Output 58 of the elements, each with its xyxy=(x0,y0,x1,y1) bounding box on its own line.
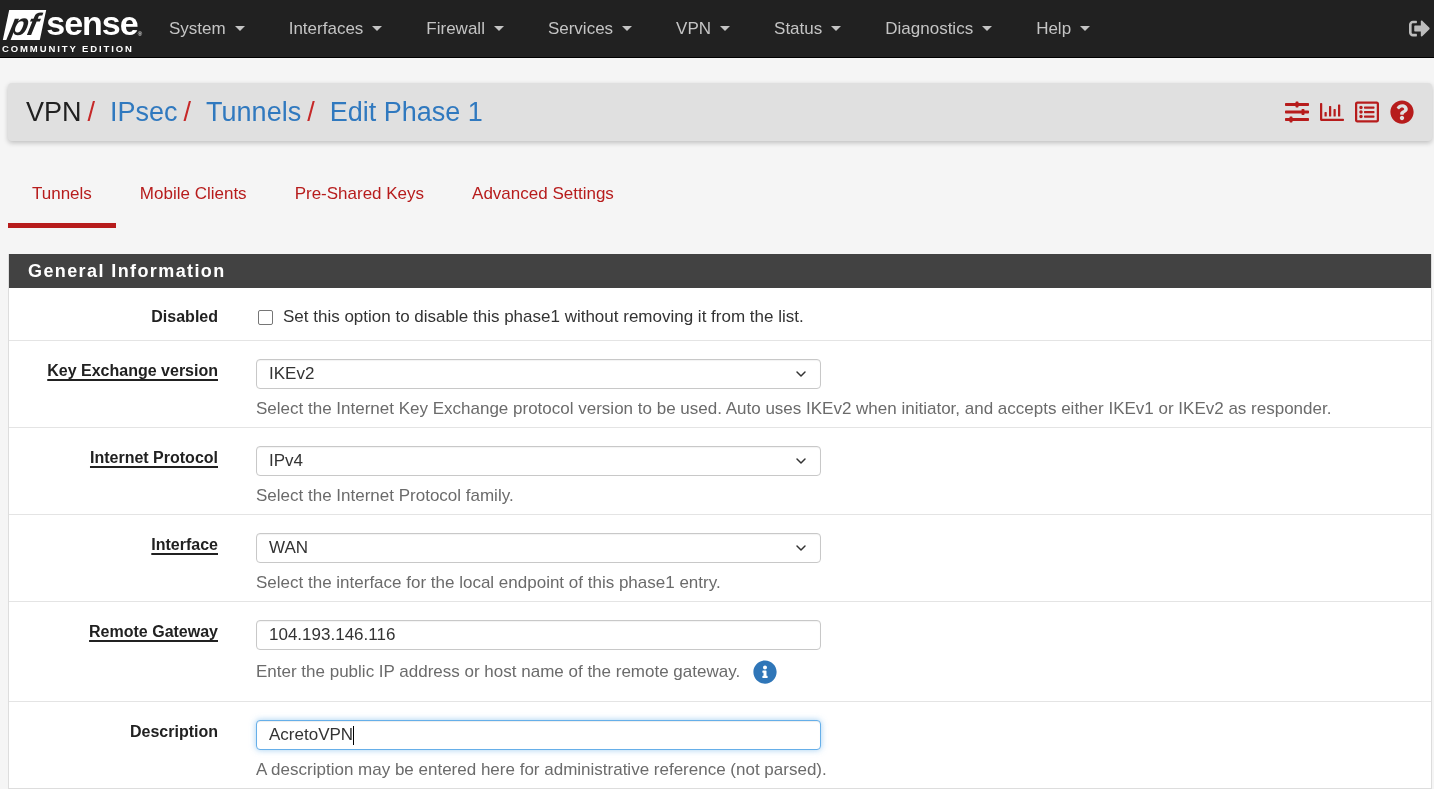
tab[interactable]: Pre-Shared Keys xyxy=(270,163,449,228)
select-field[interactable]: IKEv2 xyxy=(256,359,821,389)
list-button[interactable] xyxy=(1355,100,1379,124)
caret-icon xyxy=(493,26,504,31)
caret-icon xyxy=(982,26,993,31)
breadcrumb-text: VPN xyxy=(26,96,82,128)
checkbox-label: Set this option to disable this phase1 without removing it from the list. xyxy=(283,307,804,327)
breadcrumb-separator: / xyxy=(307,96,315,128)
tab[interactable]: Mobile Clients xyxy=(115,163,271,228)
help-text: Select the Internet Protocol family. xyxy=(256,486,514,506)
field-label[interactable]: Remote Gateway xyxy=(89,623,218,640)
help-icon xyxy=(1390,100,1414,124)
logo-name: sense xyxy=(46,6,138,40)
field-label: Description xyxy=(130,723,218,740)
logo-mark: pf xyxy=(2,9,47,40)
caret-icon xyxy=(234,26,245,31)
help-button[interactable] xyxy=(1390,100,1414,124)
menu-item[interactable]: Firewall xyxy=(404,0,526,57)
menu-item[interactable]: Status xyxy=(752,0,864,57)
field-label: Disabled xyxy=(151,308,218,325)
input-field[interactable]: 104.193.146.116 xyxy=(256,620,821,650)
bar-chart-icon xyxy=(1320,100,1344,124)
checkbox[interactable] xyxy=(258,309,273,325)
help-text: Enter the public IP address or host name of the remote gateway. xyxy=(256,662,741,682)
menu-item[interactable]: System xyxy=(147,0,267,57)
menu-item[interactable]: Services xyxy=(525,0,655,57)
field-label[interactable]: Interface xyxy=(151,536,218,553)
input-field[interactable]: AcretoVPN xyxy=(256,720,821,750)
chart-button[interactable] xyxy=(1320,100,1344,124)
caret-icon xyxy=(1080,26,1091,31)
menu-item[interactable]: Help xyxy=(1014,0,1113,57)
field-label[interactable]: Key Exchange version xyxy=(47,362,218,379)
logo-edition: COMMUNITY EDITION xyxy=(2,42,135,54)
sliders-button[interactable] xyxy=(1285,100,1309,124)
sliders-icon xyxy=(1285,100,1309,124)
caret-icon xyxy=(720,26,731,31)
help-text: A description may be entered here for administrative reference (not parsed). xyxy=(256,760,827,780)
logout-icon xyxy=(1409,18,1430,39)
info-icon[interactable] xyxy=(753,660,778,684)
tab[interactable]: Advanced Settings xyxy=(448,163,638,228)
caret-icon xyxy=(622,26,633,31)
field-label[interactable]: Internet Protocol xyxy=(90,449,218,466)
breadcrumb-separator: / xyxy=(183,96,192,128)
help-text: Select the Internet Key Exchange protocol version to be used. Auto uses IKEv2 when initiator, and accepts either IKEv1 or IKEv2 as responder. xyxy=(256,399,1332,419)
menu-item[interactable]: Interfaces xyxy=(266,0,405,57)
caret-icon xyxy=(831,26,842,31)
tab[interactable]: Tunnels xyxy=(8,163,116,228)
panel-title: General Information xyxy=(9,254,1431,288)
list-icon xyxy=(1355,100,1379,124)
help-text: Select the interface for the local endpoint of this phase1 entry. xyxy=(256,573,721,593)
menu-item[interactable]: Diagnostics xyxy=(863,0,1015,57)
select-field[interactable]: WAN xyxy=(256,533,821,563)
select-field[interactable]: IPv4 xyxy=(256,446,821,476)
breadcrumb-separator: / xyxy=(87,96,96,128)
caret-icon xyxy=(372,26,383,31)
logout-button[interactable] xyxy=(1409,18,1430,39)
menu-item[interactable]: VPN xyxy=(654,0,753,57)
text-cursor-icon xyxy=(353,725,355,745)
